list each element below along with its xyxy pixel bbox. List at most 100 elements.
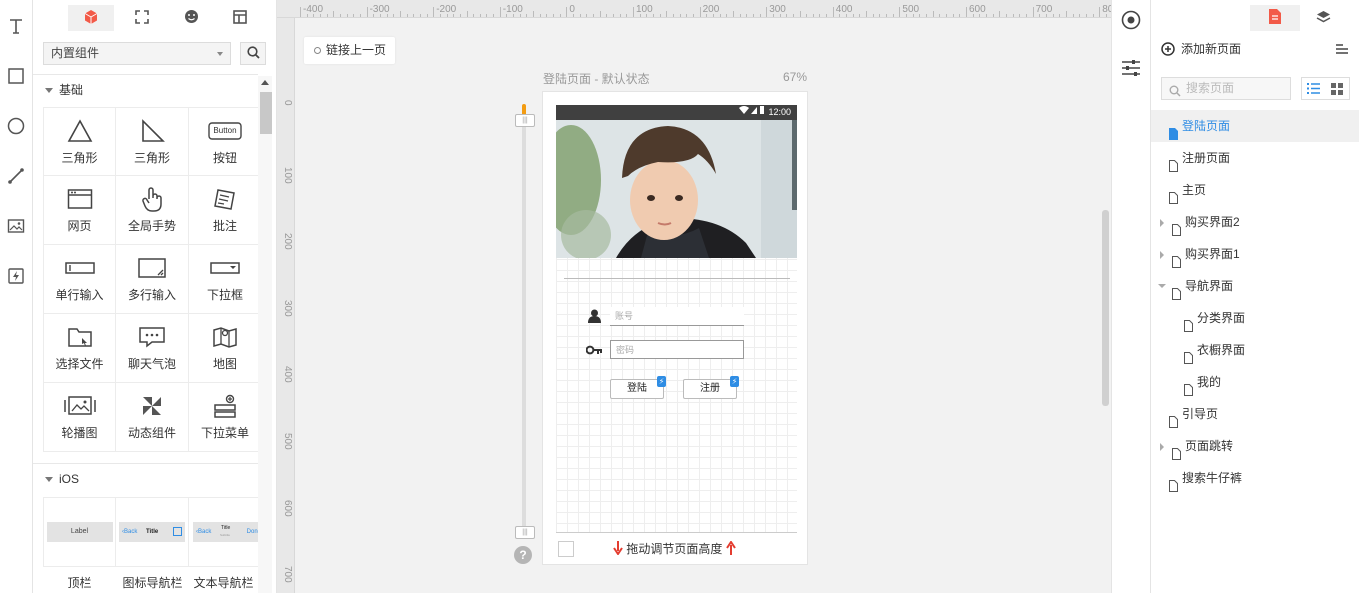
page-item[interactable]: 注册页面 [1151, 142, 1359, 174]
sort-menu-icon[interactable] [1336, 43, 1348, 57]
widget-2[interactable]: 三角形 [116, 107, 189, 176]
button-icon: Button [208, 118, 242, 144]
slider-top-handle[interactable]: ||| [515, 114, 535, 127]
ruler-mark [486, 14, 488, 17]
widget-15[interactable]: 下拉菜单 [189, 383, 262, 452]
ruler-mark [333, 11, 335, 17]
widget-3[interactable]: Button 按钮 [189, 107, 262, 176]
ios-widget-icon-navbar[interactable]: ‹Back Title [116, 497, 189, 567]
link-previous-page-button[interactable]: 链接上一页 [304, 37, 395, 64]
canvas-scrollbar[interactable] [1102, 210, 1109, 406]
boy-portrait-image[interactable] [556, 120, 797, 258]
password-input[interactable]: 密码 [610, 340, 744, 359]
page-artboard[interactable]: 12:00 账号 密码 登陆 ⚡ 注册 ⚡ 拖动调节页面高度 [542, 91, 808, 565]
chevron-down-icon[interactable] [1158, 284, 1166, 288]
line-tool-icon[interactable] [4, 164, 28, 188]
ruler-mark [919, 14, 921, 17]
register-button[interactable]: 注册 ⚡ [683, 376, 739, 399]
design-canvas[interactable]: -400 -300 -200 -100 0 100 200 300 400 500 600 700 8 0… [277, 0, 1111, 593]
ios-icon-navbar-preview: ‹Back Title [119, 522, 185, 542]
page-item[interactable]: 登陆页面 [1151, 110, 1359, 142]
tab-templates[interactable] [119, 5, 165, 31]
widget-6[interactable]: 批注 [189, 176, 262, 245]
library-scrollbar[interactable] [258, 76, 272, 593]
tab-pages[interactable] [1250, 5, 1300, 31]
chevron-right-icon[interactable] [1160, 219, 1164, 227]
widget-1[interactable]: 三角形 [43, 107, 116, 176]
tab-icons[interactable] [168, 5, 214, 31]
scroll-up-icon[interactable] [261, 80, 269, 85]
page-item[interactable]: 衣橱界面 [1151, 334, 1359, 366]
tab-masters[interactable] [217, 5, 263, 31]
widget-7[interactable]: 单行输入 [43, 245, 116, 314]
widget-13[interactable]: 轮播图 [43, 383, 116, 452]
widget-9[interactable]: 下拉框 [189, 245, 262, 314]
ios-widget-topbar[interactable]: Label [43, 497, 116, 567]
widget-14[interactable]: 动态组件 [116, 383, 189, 452]
widget-4[interactable]: 网页 [43, 176, 116, 245]
section-basic[interactable]: 基础 [43, 81, 83, 99]
register-button-label: 注册 [700, 383, 720, 394]
ios-widget-label: 图标导航栏 [122, 576, 183, 590]
ios-widget-text-navbar[interactable]: ‹Back Title Subtitle Done [189, 497, 262, 567]
grid-view-icon[interactable] [1326, 78, 1350, 99]
section-basic-label: 基础 [59, 83, 84, 97]
page-item[interactable]: 分类界面 [1151, 302, 1359, 334]
ruler-mark [593, 14, 595, 17]
text-tool-icon[interactable] [4, 14, 28, 38]
component-cube-icon [83, 9, 99, 28]
widget-10[interactable]: 选择文件 [43, 314, 116, 383]
page-item[interactable]: 搜索牛仔裤 [1151, 462, 1359, 494]
tab-layers[interactable] [1298, 5, 1348, 31]
ruler-mark [726, 14, 728, 17]
widget-12[interactable]: 地图 [189, 314, 262, 383]
ruler-tick-label: 200 [702, 4, 720, 15]
chevron-right-icon[interactable] [1160, 443, 1164, 451]
phone-screen[interactable]: 12:00 账号 密码 登陆 ⚡ 注册 ⚡ [556, 105, 797, 533]
widget-11[interactable]: 聊天气泡 [116, 314, 189, 383]
ruler-mark [319, 14, 321, 17]
chevron-right-icon[interactable] [1160, 251, 1164, 259]
login-button[interactable]: 登陆 ⚡ [610, 376, 666, 399]
page-item[interactable]: 购买界面1 [1151, 238, 1359, 270]
page-search-input[interactable]: 搜索页面 [1161, 77, 1291, 100]
page-height-slider[interactable]: ||| ||| [513, 104, 535, 540]
library-dropdown[interactable]: 内置组件 [43, 42, 231, 65]
add-new-page-button[interactable]: 添加新页面 [1161, 41, 1241, 57]
widget-5[interactable]: 全局手势 [116, 176, 189, 245]
drag-height-hint[interactable]: 拖动调节页面高度 [613, 540, 736, 558]
page-item[interactable]: 引导页 [1151, 398, 1359, 430]
account-input[interactable]: 账号 [610, 307, 744, 326]
ruler-tick-label: 600 [282, 499, 293, 517]
page-item[interactable]: 购买界面2 [1151, 206, 1359, 238]
page-item[interactable]: 导航界面 [1151, 270, 1359, 302]
help-icon[interactable]: ? [514, 546, 532, 564]
rectangle-tool-icon[interactable] [4, 64, 28, 88]
tab-components[interactable] [68, 5, 114, 31]
section-ios[interactable]: iOS [43, 470, 79, 488]
page-item-label: 注册页面 [1182, 151, 1231, 165]
ruler-mark [393, 14, 395, 17]
ruler-mark [932, 11, 934, 17]
image-tool-icon[interactable] [4, 214, 28, 238]
page-item[interactable]: 我的 [1151, 366, 1359, 398]
interaction-tool-icon[interactable] [4, 264, 28, 288]
widget-label: 三角形 [133, 151, 170, 165]
widget-label: 聊天气泡 [127, 357, 176, 371]
page-checkbox[interactable] [558, 541, 574, 557]
list-view-icon[interactable] [1302, 78, 1326, 99]
widget-8[interactable]: 多行输入 [116, 245, 189, 314]
circle-tool-icon[interactable] [4, 114, 28, 138]
library-search-button[interactable] [240, 42, 266, 65]
page-item[interactable]: 主页 [1151, 174, 1359, 206]
scroll-thumb[interactable] [260, 92, 272, 134]
ruler-mark [706, 14, 708, 17]
sliders-icon[interactable] [1121, 59, 1141, 80]
ruler-tick-label: 500 [902, 4, 920, 15]
ios-preview-back: ‹Back [196, 529, 212, 535]
password-placeholder: 密码 [616, 345, 635, 355]
slider-bottom-handle[interactable]: ||| [515, 526, 535, 539]
ruler-mark [379, 14, 381, 17]
page-item[interactable]: 页面跳转 [1151, 430, 1359, 462]
target-icon[interactable] [1121, 10, 1141, 33]
